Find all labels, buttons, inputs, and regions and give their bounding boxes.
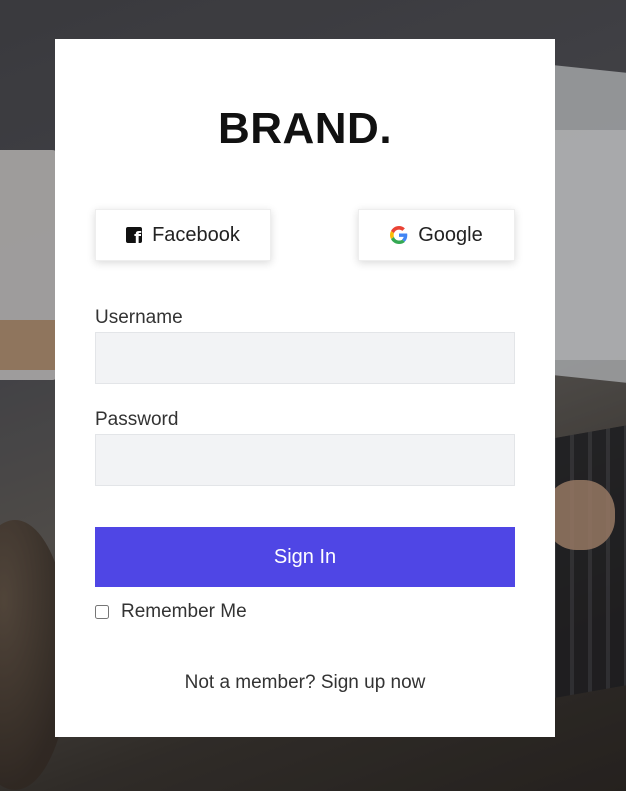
- facebook-login-button[interactable]: Facebook: [95, 209, 271, 261]
- remember-me-checkbox[interactable]: [95, 605, 109, 619]
- signup-prompt: Not a member? Sign up now: [55, 672, 555, 694]
- signup-prompt-text: Not a member?: [184, 672, 316, 693]
- remember-me: Remember Me: [95, 601, 247, 623]
- facebook-icon: [126, 227, 143, 243]
- login-card: BRAND. Facebook Google Username Password…: [55, 39, 555, 737]
- password-label: Password: [95, 409, 179, 430]
- google-button-label: Google: [418, 223, 483, 246]
- username-input[interactable]: [95, 332, 515, 384]
- username-label: Username: [95, 307, 183, 328]
- google-icon: [390, 226, 408, 244]
- facebook-button-label: Facebook: [152, 223, 240, 246]
- signup-link[interactable]: Sign up now: [321, 672, 426, 693]
- google-login-button[interactable]: Google: [358, 209, 515, 261]
- brand-logo: BRAND.: [217, 104, 393, 153]
- password-input[interactable]: [95, 434, 515, 486]
- remember-me-label: Remember Me: [121, 601, 247, 622]
- sign-in-button[interactable]: Sign In: [95, 527, 515, 587]
